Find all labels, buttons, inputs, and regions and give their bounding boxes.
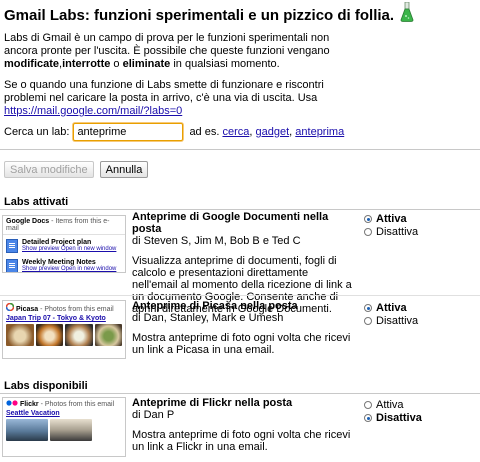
radio-button[interactable]: [364, 401, 372, 409]
example-link-cerca[interactable]: cerca: [222, 126, 249, 138]
thumb-album-link[interactable]: Japan Trip 07 - Tokyo & Kyoto: [3, 315, 125, 322]
radio-disable[interactable]: Disattiva: [364, 315, 418, 327]
intro-text: Labs di Gmail è un campo di prova per le…: [4, 32, 356, 126]
thumb-doc-links: Show preview Open in new window: [22, 266, 117, 272]
intro-text-2a: Se o quando una funzione di Labs smette …: [4, 79, 324, 104]
thumb-subtitle: - Photos from this email: [40, 306, 114, 313]
photo-thumbnail: [6, 324, 34, 346]
radio-button[interactable]: [364, 228, 372, 236]
intro-paragraph-1: Labs di Gmail è un campo di prova per le…: [4, 32, 356, 71]
radio-enable[interactable]: Attiva: [364, 399, 422, 411]
lab-thumbnail-flickr: Flickr - Photos from this email Seattle …: [2, 397, 126, 457]
lab-name: Anteprime di Google Documenti nella post…: [132, 211, 329, 235]
save-button[interactable]: Salva modifiche: [4, 161, 94, 178]
thumb-header: Flickr - Photos from this email: [3, 398, 125, 410]
section-divider: [0, 209, 480, 210]
lab-authors: di Dan, Stanley, Mark e Umesh: [132, 312, 284, 324]
photo-thumbnail: [94, 324, 122, 346]
thumb-header: Google Docs - Items from this e-mail: [3, 216, 125, 235]
thumb-service: Flickr: [19, 401, 39, 408]
lab-authors: di Steven S, Jim M, Bob B e Ted C: [132, 235, 301, 247]
radio-disable[interactable]: Disattiva: [364, 226, 418, 238]
lab-toggle: Attiva Disattiva: [364, 213, 418, 239]
thumb-header: Picasa - Photos from this email: [3, 301, 125, 315]
search-input[interactable]: [73, 123, 184, 141]
labs-flask-icon: [400, 1, 414, 25]
radio-label: Disattiva: [376, 412, 422, 424]
example-link-gadget[interactable]: gadget: [256, 126, 290, 138]
divider: [0, 149, 480, 150]
intro-bold-eliminate: eliminate: [122, 58, 171, 70]
radio-enable[interactable]: Attiva: [364, 213, 418, 225]
photo-thumbnail: [35, 324, 63, 346]
radio-label: Attiva: [376, 302, 407, 314]
action-buttons: Salva modifiche Annulla: [4, 161, 149, 178]
lab-description: Mostra anteprime di foto ogni volta che …: [132, 332, 351, 356]
radio-button[interactable]: [364, 317, 372, 325]
document-icon: [6, 239, 18, 253]
page-title: Gmail Labs: funzioni sperimentali e un p…: [4, 7, 395, 24]
radio-label: Attiva: [376, 213, 407, 225]
section-title-enabled: Labs attivati: [4, 196, 69, 208]
lab-row-flickr: Flickr - Photos from this email Seattle …: [0, 397, 480, 459]
section-divider: [0, 393, 480, 394]
example-link-anteprima[interactable]: anteprima: [295, 126, 344, 138]
radio-label: Disattiva: [376, 315, 419, 327]
thumb-service: Google Docs: [6, 218, 50, 225]
radio-button[interactable]: [364, 414, 372, 422]
thumb-photos: [3, 322, 125, 348]
thumb-doc-item: Detailed Project plan Show preview Open …: [3, 235, 125, 255]
intro-text-1a: Labs di Gmail è un campo di prova per le…: [4, 32, 330, 57]
thumb-subtitle: - Photos from this email: [40, 401, 115, 408]
intro-bold-interrotte: interrotte: [62, 58, 111, 70]
intro-bold-modificate: modificate: [4, 58, 60, 70]
intro-text-1c: in qualsiasi momento.: [170, 58, 280, 70]
photo-thumbnail: [6, 419, 48, 441]
radio-label: Attiva: [376, 399, 404, 411]
intro-paragraph-2: Se o quando una funzione di Labs smette …: [4, 79, 356, 118]
radio-button[interactable]: [364, 215, 372, 223]
intro-sep-2: o: [110, 58, 123, 70]
thumb-photos: [3, 417, 125, 443]
lab-row-docs: Google Docs - Items from this e-mail Det…: [0, 211, 480, 315]
lab-name: Anteprime di Picasa nella posta: [132, 300, 298, 312]
lab-thumbnail-picasa: Picasa - Photos from this email Japan Tr…: [2, 300, 126, 359]
radio-disable[interactable]: Disattiva: [364, 412, 422, 424]
thumb-doc-item: Weekly Meeting Notes Show preview Open i…: [3, 255, 125, 272]
labs-off-link[interactable]: https://mail.google.com/mail/?labs=0: [4, 105, 182, 117]
lab-info: Anteprime di Flickr nella posta di Dan P…: [132, 397, 354, 453]
lab-info: Anteprime di Picasa nella posta di Dan, …: [132, 300, 354, 356]
photo-thumbnail: [50, 419, 92, 441]
lab-row-picasa: Picasa - Photos from this email Japan Tr…: [0, 300, 480, 362]
thumb-doc-title: Detailed Project plan: [22, 239, 92, 246]
search-examples: ad es. cerca, gadget, anteprima: [189, 126, 345, 138]
examples-prefix: ad es.: [189, 126, 220, 138]
section-title-available: Labs disponibili: [4, 380, 88, 392]
page-header: Gmail Labs: funzioni sperimentali e un p…: [4, 1, 414, 25]
picasa-logo-icon: [6, 303, 14, 311]
lab-description: Mostra anteprime di foto ogni volta che …: [132, 429, 351, 453]
search-label: Cerca un lab:: [4, 126, 70, 138]
radio-label: Disattiva: [376, 226, 419, 238]
row-divider: [0, 295, 480, 296]
photo-thumbnail: [65, 324, 93, 346]
search-row: Cerca un lab: ad es. cerca, gadget, ante…: [4, 123, 344, 141]
thumb-service: Picasa: [15, 306, 39, 313]
thumb-album-link[interactable]: Seattle Vacation: [3, 410, 125, 417]
cancel-button[interactable]: Annulla: [99, 161, 149, 178]
thumb-doc-title: Weekly Meeting Notes: [22, 259, 96, 266]
document-icon: [6, 259, 18, 272]
lab-authors: di Dan P: [132, 409, 175, 421]
radio-enable[interactable]: Attiva: [364, 302, 418, 314]
lab-toggle: Attiva Disattiva: [364, 399, 422, 425]
lab-thumbnail-docs: Google Docs - Items from this e-mail Det…: [2, 215, 126, 273]
lab-name: Anteprime di Flickr nella posta: [132, 397, 293, 409]
flickr-logo-icon: [6, 400, 18, 406]
lab-toggle: Attiva Disattiva: [364, 302, 418, 328]
thumb-doc-links: Show preview Open in new window: [22, 246, 117, 252]
radio-button[interactable]: [364, 304, 372, 312]
